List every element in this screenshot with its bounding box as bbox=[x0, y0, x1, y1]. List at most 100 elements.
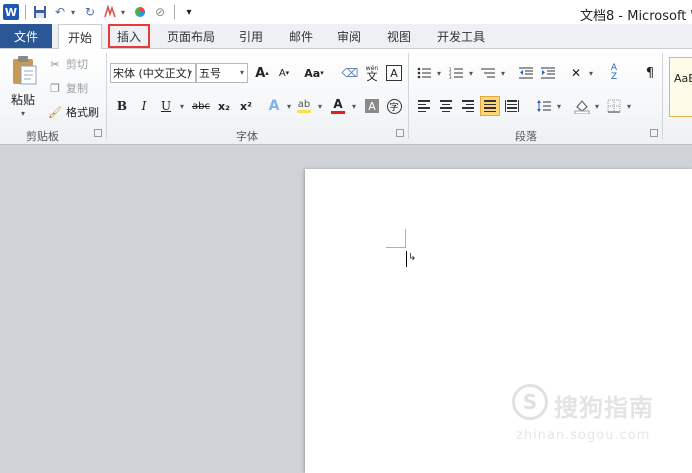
tab-insert[interactable]: 插入 bbox=[108, 24, 150, 48]
bold-button[interactable]: B bbox=[112, 96, 132, 116]
font-color-icon: A bbox=[333, 97, 343, 111]
group-separator-3 bbox=[662, 53, 663, 139]
distributed-button[interactable] bbox=[502, 96, 522, 116]
chinese-layout-dropdown-icon[interactable]: ▾ bbox=[584, 63, 598, 83]
bullets-icon[interactable] bbox=[414, 63, 434, 83]
title-bar: W ↶ ▾ ↻ ▾ ⊘ ▾ 文档8 - Microsoft W bbox=[0, 0, 692, 24]
shrink-font-button[interactable]: A ▾ bbox=[274, 63, 294, 83]
tab-home[interactable]: 开始 bbox=[58, 24, 102, 50]
save-icon[interactable] bbox=[31, 3, 49, 21]
align-right-button[interactable] bbox=[458, 96, 478, 116]
eraser-icon[interactable]: ⊘ bbox=[151, 3, 169, 21]
strikethrough-button[interactable]: abc bbox=[190, 96, 212, 116]
char-shading-button[interactable]: A bbox=[362, 96, 382, 116]
font-size-combo[interactable]: 五号 ▾ bbox=[196, 63, 248, 83]
change-case-button[interactable]: Aa ▾ bbox=[302, 63, 326, 83]
show-marks-icon[interactable]: ¶ bbox=[640, 63, 660, 83]
window-title: 文档8 - Microsoft W bbox=[580, 9, 692, 24]
group-separator-2 bbox=[408, 53, 409, 139]
chinese-layout-icon[interactable]: ✕ bbox=[566, 63, 586, 83]
ink-dropdown-icon[interactable]: ▾ bbox=[121, 8, 129, 17]
undo-dropdown-icon[interactable]: ▾ bbox=[71, 8, 79, 17]
char-border-icon[interactable]: A bbox=[386, 65, 402, 81]
borders-dropdown-icon[interactable]: ▾ bbox=[622, 96, 636, 116]
numbering-icon[interactable]: 123 bbox=[446, 63, 466, 83]
paragraph-group-label: 段落 bbox=[515, 130, 537, 143]
highlight-button[interactable]: ab bbox=[294, 96, 314, 116]
decrease-indent-icon[interactable] bbox=[516, 63, 536, 83]
shading-dropdown-icon[interactable]: ▾ bbox=[590, 96, 604, 116]
font-launcher-icon[interactable] bbox=[396, 129, 404, 137]
line-spacing-icon[interactable] bbox=[534, 96, 554, 116]
font-name-dropdown-icon: ▾ bbox=[187, 68, 192, 77]
font-color-dropdown-icon[interactable]: ▾ bbox=[347, 96, 361, 116]
font-name-combo[interactable]: 宋体 (中文正文) ▾ bbox=[110, 63, 196, 83]
superscript-button[interactable]: x² bbox=[236, 96, 256, 116]
redo-icon[interactable]: ↻ bbox=[81, 3, 99, 21]
tab-developer[interactable]: 开发工具 bbox=[432, 24, 490, 49]
char-shading-icon: A bbox=[365, 99, 379, 113]
scissors-icon: ✂ bbox=[50, 57, 60, 71]
align-right-icon bbox=[462, 100, 474, 112]
tab-mailings[interactable]: 邮件 bbox=[284, 24, 318, 49]
customize-qat-icon[interactable]: ▾ bbox=[180, 3, 198, 21]
margin-corner-vertical bbox=[405, 229, 406, 248]
align-center-icon bbox=[440, 100, 452, 112]
multilevel-list-icon[interactable] bbox=[478, 63, 498, 83]
ink-tools-icon[interactable] bbox=[101, 3, 119, 21]
clear-format-icon[interactable]: ⌫ bbox=[340, 63, 360, 83]
tab-view[interactable]: 视图 bbox=[382, 24, 416, 49]
color-wheel-icon[interactable] bbox=[131, 3, 149, 21]
ribbon-tab-bar: 文件 开始 插入 页面布局 引用 邮件 审阅 视图 开发工具 bbox=[0, 24, 692, 50]
quick-access-toolbar: W ↶ ▾ ↻ ▾ ⊘ ▾ bbox=[2, 2, 198, 22]
shading-icon[interactable] bbox=[572, 96, 592, 116]
clipboard-group-label: 剪贴板 bbox=[26, 130, 59, 143]
margin-corner-horizontal bbox=[386, 247, 406, 248]
clipboard-launcher-icon[interactable] bbox=[94, 129, 102, 137]
font-name-value: 宋体 (中文正文) bbox=[113, 67, 192, 80]
tab-review[interactable]: 审阅 bbox=[332, 24, 366, 49]
svg-text:3: 3 bbox=[449, 75, 452, 79]
italic-button[interactable]: I bbox=[134, 96, 154, 116]
phonetic-guide-button[interactable]: wén 文 bbox=[362, 63, 382, 83]
paste-dropdown-icon[interactable]: ▾ bbox=[21, 109, 25, 118]
borders-icon[interactable] bbox=[604, 96, 624, 116]
text-effects-button[interactable]: A bbox=[264, 96, 284, 116]
subscript-button[interactable]: x₂ bbox=[214, 96, 234, 116]
watermark: S 搜狗指南 zhinan.sogou.com bbox=[512, 382, 692, 446]
align-left-button[interactable] bbox=[414, 96, 434, 116]
paste-button[interactable]: 粘贴 bbox=[11, 91, 35, 108]
underline-button[interactable]: U bbox=[156, 96, 176, 116]
justify-button[interactable] bbox=[480, 96, 500, 116]
paragraph-launcher-icon[interactable] bbox=[650, 129, 658, 137]
numbering-dropdown-icon[interactable]: ▾ bbox=[464, 63, 478, 83]
watermark-url: zhinan.sogou.com bbox=[516, 428, 651, 443]
align-left-icon bbox=[418, 100, 430, 112]
font-size-value: 五号 bbox=[199, 67, 221, 80]
cut-button[interactable]: ✂ 剪切 bbox=[48, 54, 88, 74]
style-gallery-item[interactable]: AaB bbox=[669, 57, 692, 117]
highlight-dropdown-icon[interactable]: ▾ bbox=[313, 96, 327, 116]
tab-references[interactable]: 引用 bbox=[234, 24, 268, 49]
font-size-dropdown-icon: ▾ bbox=[239, 68, 244, 77]
tab-page-layout[interactable]: 页面布局 bbox=[162, 24, 220, 49]
grow-font-button[interactable]: A ▴ bbox=[252, 63, 272, 83]
format-painter-button[interactable]: 🖌 格式刷 bbox=[48, 102, 99, 122]
increase-indent-icon[interactable] bbox=[538, 63, 558, 83]
line-spacing-dropdown-icon[interactable]: ▾ bbox=[552, 96, 566, 116]
group-separator bbox=[106, 53, 107, 139]
enclose-char-button[interactable]: 字 bbox=[384, 96, 404, 116]
sort-icon[interactable]: AZ bbox=[604, 63, 624, 83]
undo-icon[interactable]: ↶ bbox=[51, 3, 69, 21]
font-color-button[interactable]: A bbox=[328, 96, 348, 116]
bullets-dropdown-icon[interactable]: ▾ bbox=[432, 63, 446, 83]
copy-button[interactable]: ❐ 复制 bbox=[48, 78, 88, 98]
text-caret bbox=[406, 251, 407, 267]
grow-font-icon: A bbox=[255, 65, 266, 81]
word-app-icon[interactable]: W bbox=[2, 3, 20, 21]
paste-icon[interactable] bbox=[12, 54, 38, 86]
multilevel-dropdown-icon[interactable]: ▾ bbox=[496, 63, 510, 83]
align-center-button[interactable] bbox=[436, 96, 456, 116]
underline-dropdown-icon[interactable]: ▾ bbox=[175, 96, 189, 116]
tab-file[interactable]: 文件 bbox=[0, 24, 52, 48]
